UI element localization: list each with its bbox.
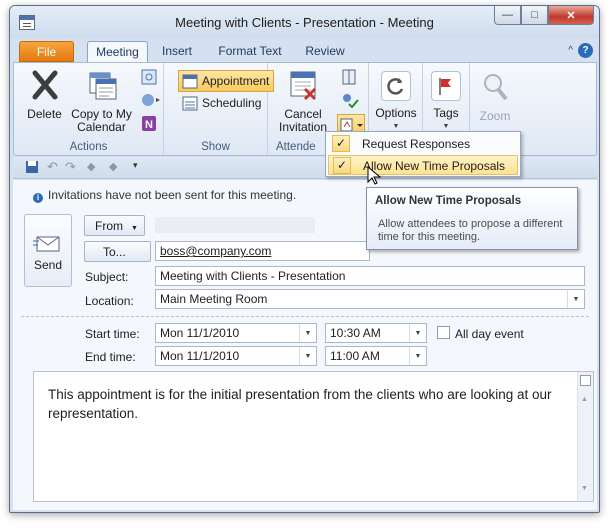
checkmark-icon: ✓ [333,157,351,174]
undo-icon[interactable]: ↶ [47,159,58,175]
end-date-dropdown-icon[interactable]: ▼ [299,347,316,365]
scheduling-button[interactable]: Scheduling [182,95,261,111]
body-scrollbar[interactable]: ▲ ▼ [577,372,593,501]
scroll-up-icon[interactable]: ▲ [581,390,588,409]
tab-review[interactable]: Review [301,41,349,62]
options-button[interactable]: Options ▼ [372,71,420,133]
customize-qat-icon[interactable]: ▾ [133,160,138,171]
start-time-label: Start time: [85,327,140,341]
subject-field[interactable]: Meeting with Clients - Presentation [155,266,585,286]
location-label: Location: [85,294,134,308]
minimize-button[interactable]: — [494,6,521,25]
end-time-label: End time: [85,350,136,364]
show-group-label: Show [201,141,230,153]
mouse-cursor-icon [367,166,381,185]
from-dropdown-icon: ▼ [131,225,138,232]
cancel-invitation-icon [290,71,317,101]
send-button[interactable]: Send [24,214,72,287]
previous-item-icon[interactable]: ◆ [87,160,95,173]
appointment-icon [182,74,198,89]
note-icon[interactable] [580,375,591,386]
address-book-icon[interactable] [341,69,357,88]
copy-to-my-calendar-button[interactable]: Copy to My Calendar [69,69,134,134]
redo-icon[interactable]: ↷ [65,159,76,175]
start-date-field[interactable]: Mon 11/1/2010 ▼ [155,323,317,343]
send-envelope-icon [33,236,60,252]
cancel-invitation-button[interactable]: Cancel Invitation [274,69,332,134]
tooltip-description: Allow attendees to propose a different t… [378,218,563,243]
appointment-button[interactable]: Appointment [178,70,274,92]
group-actions: Delete Copy to My Calendar N Actions [14,63,164,155]
next-item-icon[interactable]: ◆ [109,160,117,173]
flag-icon [439,78,451,95]
scroll-down-icon[interactable]: ▼ [581,479,588,498]
subject-label: Subject: [85,270,129,284]
delete-button[interactable]: Delete [22,69,67,121]
location-field[interactable]: Main Meeting Room ▼ [155,289,585,309]
to-field[interactable]: boss@company.com [155,241,370,261]
location-dropdown-icon[interactable]: ▼ [567,290,584,308]
title-bar: Meeting with Clients - Presentation - Me… [10,6,599,38]
delete-x-icon [32,70,57,100]
end-date-field[interactable]: Mon 11/1/2010 ▼ [155,346,317,366]
response-options-menu: ✓ Request Responses ✓ Allow New Time Pro… [325,131,521,177]
meeting-notes-icon[interactable] [141,69,157,88]
tags-button[interactable]: Tags ▼ [425,71,467,133]
from-account-field [155,217,315,233]
info-bar: i Invitations have not been sent for this… [33,188,296,203]
tab-insert[interactable]: Insert [153,41,201,62]
meeting-window: Meeting with Clients - Presentation - Me… [9,5,600,513]
start-time-field[interactable]: 10:30 AM ▼ [325,323,427,343]
onenote-icon[interactable]: N [141,115,157,135]
save-icon[interactable] [25,160,39,177]
info-icon: i [33,193,43,203]
divider [21,316,589,317]
menu-item-request-responses[interactable]: ✓ Request Responses [328,134,518,154]
maximize-button[interactable]: □ [521,6,548,25]
tab-file[interactable]: File [19,41,74,62]
tooltip-title: Allow New Time Proposals [375,195,522,207]
options-refresh-icon [387,78,404,95]
zoom-button[interactable]: Zoom [473,71,517,123]
from-button[interactable]: From ▼ [84,215,145,236]
ribbon-tabs: File Meeting Insert Format Text Review ^… [10,38,599,62]
scheduling-icon [182,96,198,111]
message-body[interactable]: This appointment is for the initial pres… [33,371,594,502]
actions-group-label: Actions [69,141,108,153]
group-show: Appointment Scheduling Show [164,63,274,155]
end-time-field[interactable]: 11:00 AM ▼ [325,346,427,366]
forward-icon[interactable] [141,92,163,111]
close-button[interactable]: ✕ [548,6,594,25]
all-day-checkbox[interactable] [437,326,450,339]
check-names-icon[interactable] [341,92,359,111]
tab-meeting[interactable]: Meeting [87,41,148,62]
tab-format-text[interactable]: Format Text [210,41,290,62]
start-date-dropdown-icon[interactable]: ▼ [299,324,316,342]
all-day-label: All day event [455,327,524,341]
start-time-dropdown-icon[interactable]: ▼ [409,324,426,342]
tooltip: Allow New Time Proposals Allow attendees… [366,187,578,250]
help-icon[interactable]: ? [578,43,593,58]
svg-text:N: N [145,119,153,131]
to-button[interactable]: To... [84,241,151,262]
checkmark-icon: ✓ [332,135,350,152]
menu-item-allow-new-time-proposals[interactable]: ✓ Allow New Time Proposals [328,155,518,175]
end-time-dropdown-icon[interactable]: ▼ [409,347,426,365]
magnifier-icon [484,74,508,101]
copy-calendar-icon [89,72,116,100]
minimize-ribbon-icon[interactable]: ^ [568,45,573,56]
